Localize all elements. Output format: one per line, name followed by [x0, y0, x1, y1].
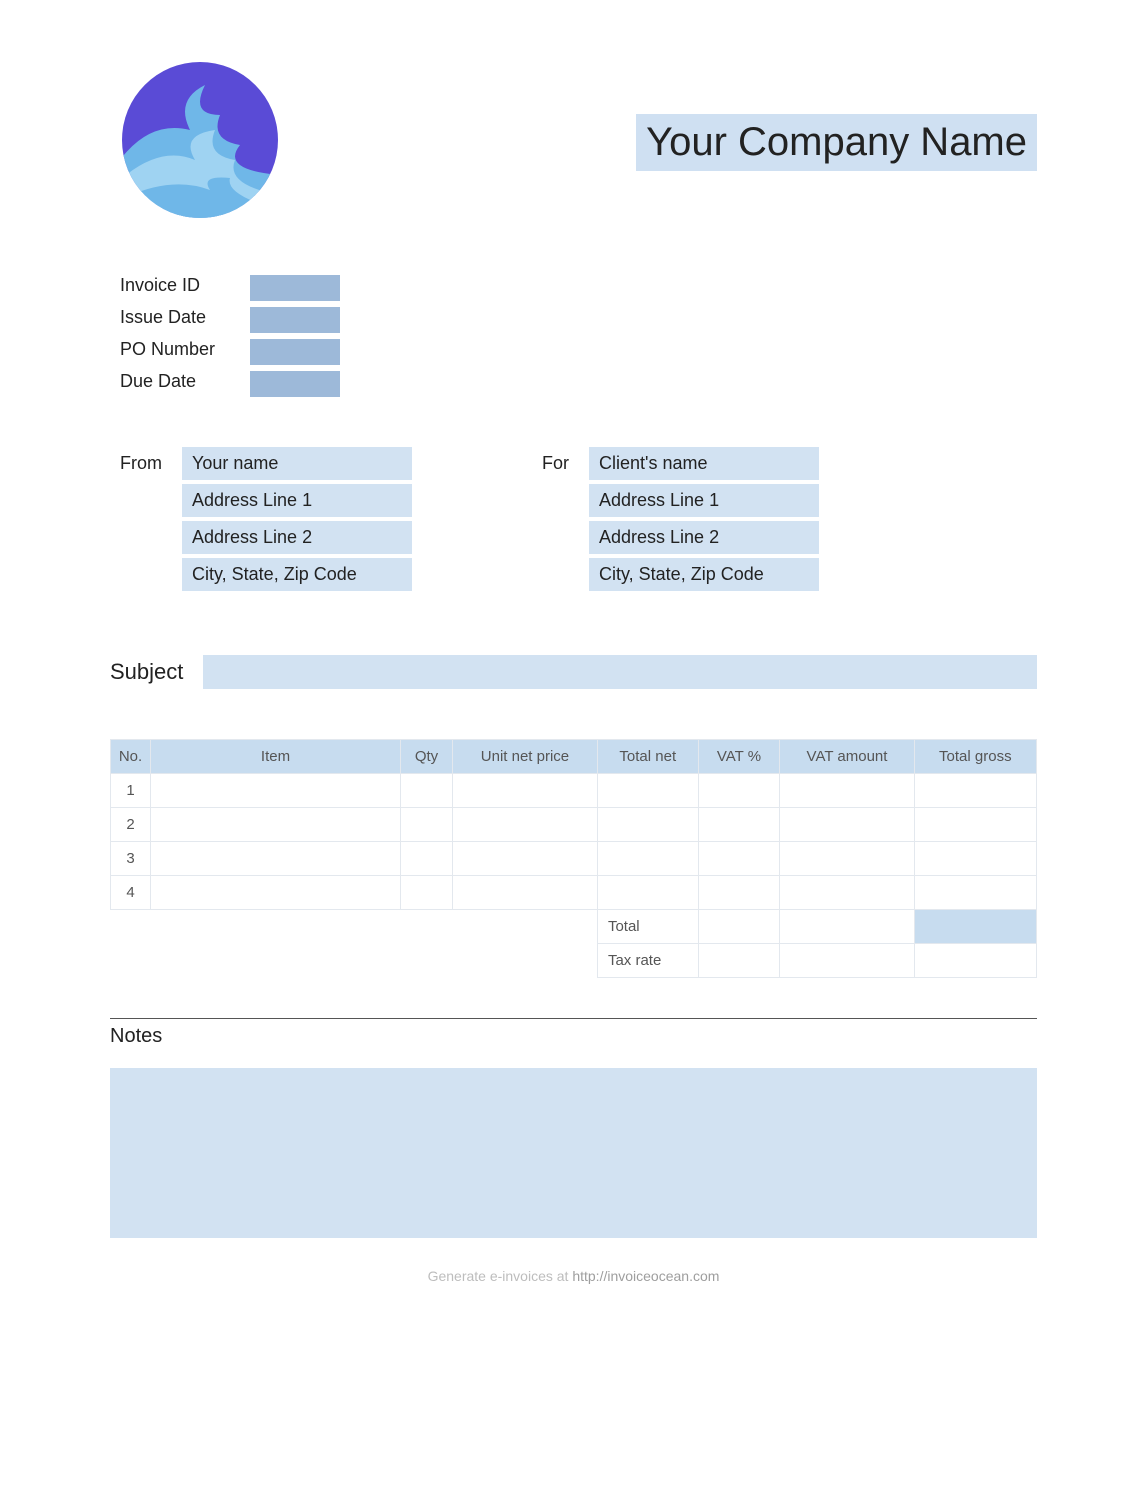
cell-qty[interactable] — [401, 808, 453, 842]
cell-vat-pct[interactable] — [698, 808, 780, 842]
cell-total-gross[interactable] — [914, 876, 1036, 910]
parties: From Your name Address Line 1 Address Li… — [120, 447, 1037, 595]
company-name[interactable]: Your Company Name — [636, 114, 1037, 171]
cell-unit-net-price[interactable] — [452, 808, 597, 842]
tax-vat-amount[interactable] — [780, 944, 914, 978]
issue-date-field[interactable] — [250, 307, 340, 333]
cell-total-net[interactable] — [597, 774, 698, 808]
cell-vat-pct[interactable] — [698, 842, 780, 876]
po-number-field[interactable] — [250, 339, 340, 365]
header: Your Company Name — [110, 60, 1037, 225]
cell-item[interactable] — [151, 876, 401, 910]
col-vat-amount: VAT amount — [780, 740, 914, 774]
table-row: 4 — [111, 876, 1037, 910]
cell-unit-net-price[interactable] — [452, 842, 597, 876]
for-address-1[interactable]: Address Line 1 — [589, 484, 819, 517]
cell-qty[interactable] — [401, 774, 453, 808]
subject-row: Subject — [110, 655, 1037, 689]
col-item: Item — [151, 740, 401, 774]
col-total-net: Total net — [597, 740, 698, 774]
from-name[interactable]: Your name — [182, 447, 412, 480]
cell-no: 2 — [111, 808, 151, 842]
totals-row-total: Total — [111, 910, 1037, 944]
from-address-1[interactable]: Address Line 1 — [182, 484, 412, 517]
total-label: Total — [597, 910, 698, 944]
logo — [120, 60, 280, 225]
cell-total-net[interactable] — [597, 842, 698, 876]
table-row: 3 — [111, 842, 1037, 876]
from-address-2[interactable]: Address Line 2 — [182, 521, 412, 554]
cell-vat-amount[interactable] — [780, 808, 914, 842]
for-name[interactable]: Client's name — [589, 447, 819, 480]
for-block: For Client's name Address Line 1 Address… — [542, 447, 819, 595]
due-date-label: Due Date — [120, 371, 240, 397]
invoice-meta: Invoice ID Issue Date PO Number Due Date — [120, 275, 1037, 397]
from-label: From — [120, 447, 162, 595]
col-qty: Qty — [401, 740, 453, 774]
cell-vat-pct[interactable] — [698, 876, 780, 910]
cell-vat-pct[interactable] — [698, 774, 780, 808]
tax-gross[interactable] — [914, 944, 1036, 978]
cell-no: 4 — [111, 876, 151, 910]
items-table: No. Item Qty Unit net price Total net VA… — [110, 739, 1037, 978]
cell-no: 3 — [111, 842, 151, 876]
cell-qty[interactable] — [401, 842, 453, 876]
cell-unit-net-price[interactable] — [452, 774, 597, 808]
totals-row-tax: Tax rate — [111, 944, 1037, 978]
footer: Generate e-invoices at http://invoiceoce… — [110, 1268, 1037, 1284]
col-no: No. — [111, 740, 151, 774]
col-unit-net-price: Unit net price — [452, 740, 597, 774]
cell-item[interactable] — [151, 808, 401, 842]
cell-vat-amount[interactable] — [780, 876, 914, 910]
total-vat-amount[interactable] — [780, 910, 914, 944]
footer-link[interactable]: http://invoiceocean.com — [572, 1268, 719, 1284]
notes-field[interactable] — [110, 1068, 1037, 1238]
subject-label: Subject — [110, 659, 183, 685]
cell-total-gross[interactable] — [914, 808, 1036, 842]
cell-total-gross[interactable] — [914, 842, 1036, 876]
cell-vat-amount[interactable] — [780, 774, 914, 808]
issue-date-label: Issue Date — [120, 307, 240, 333]
cell-item[interactable] — [151, 774, 401, 808]
cell-unit-net-price[interactable] — [452, 876, 597, 910]
due-date-field[interactable] — [250, 371, 340, 397]
table-row: 2 — [111, 808, 1037, 842]
from-block: From Your name Address Line 1 Address Li… — [120, 447, 412, 595]
tax-rate-label: Tax rate — [597, 944, 698, 978]
total-vat-pct[interactable] — [698, 910, 780, 944]
cell-item[interactable] — [151, 842, 401, 876]
wave-logo-icon — [120, 60, 280, 220]
total-gross[interactable] — [914, 910, 1036, 944]
cell-total-net[interactable] — [597, 808, 698, 842]
table-row: 1 — [111, 774, 1037, 808]
divider — [110, 1018, 1037, 1019]
subject-field[interactable] — [203, 655, 1037, 689]
col-total-gross: Total gross — [914, 740, 1036, 774]
cell-total-gross[interactable] — [914, 774, 1036, 808]
po-number-label: PO Number — [120, 339, 240, 365]
invoice-id-label: Invoice ID — [120, 275, 240, 301]
for-label: For — [542, 447, 569, 595]
notes-label: Notes — [110, 1025, 1037, 1048]
cell-qty[interactable] — [401, 876, 453, 910]
for-address-2[interactable]: Address Line 2 — [589, 521, 819, 554]
cell-no: 1 — [111, 774, 151, 808]
cell-vat-amount[interactable] — [780, 842, 914, 876]
for-city-state-zip[interactable]: City, State, Zip Code — [589, 558, 819, 591]
cell-total-net[interactable] — [597, 876, 698, 910]
footer-text: Generate e-invoices at — [428, 1268, 573, 1284]
tax-vat-pct[interactable] — [698, 944, 780, 978]
invoice-id-field[interactable] — [250, 275, 340, 301]
col-vat-pct: VAT % — [698, 740, 780, 774]
from-city-state-zip[interactable]: City, State, Zip Code — [182, 558, 412, 591]
